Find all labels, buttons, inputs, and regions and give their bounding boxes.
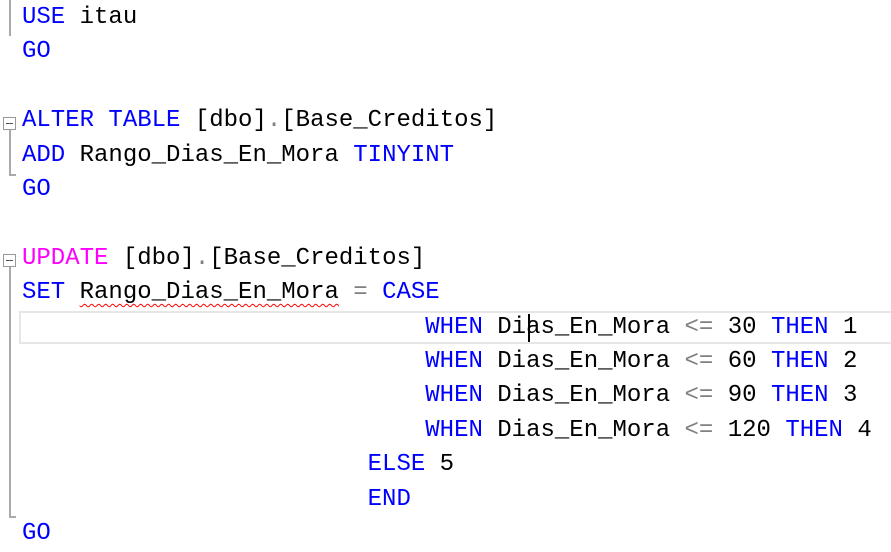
keyword-token: THEN xyxy=(770,313,829,341)
keyword-token: UPDATE xyxy=(22,244,109,272)
code-line[interactable]: WHEN Dias_En_Mora <= 120 THEN 4 xyxy=(22,414,872,448)
keyword-token: END xyxy=(367,485,411,513)
keyword-token: GO xyxy=(22,38,51,66)
code-line[interactable]: WHEN Dias_En_Mora <= 60 THEN 2 xyxy=(22,345,857,379)
code-line[interactable]: UPDATE [dbo].[Base_Creditos] xyxy=(22,242,425,276)
keyword-token: THEN xyxy=(770,382,829,410)
operator-token: <= xyxy=(684,348,714,375)
collapse-update-icon[interactable] xyxy=(3,254,16,267)
code-line[interactable]: ALTER TABLE [dbo].[Base_Creditos] xyxy=(22,104,497,138)
text-token: 2 xyxy=(828,348,858,375)
keyword-token: ELSE xyxy=(367,451,426,479)
text-token: 3 xyxy=(828,382,858,410)
text-token: Rango_Dias_En_Mora xyxy=(65,141,354,169)
keyword-token: THEN xyxy=(770,348,829,375)
code-line[interactable]: USE itau xyxy=(22,1,137,35)
outline-guide xyxy=(9,0,11,36)
text-token: [Base_Creditos] xyxy=(281,107,498,135)
text-token: [dbo] xyxy=(180,107,267,135)
text-token: Dias_En_Mora xyxy=(482,382,685,410)
code-line[interactable]: WHEN Dias_En_Mora <= 30 THEN 1 xyxy=(22,311,857,345)
sql-code-editor[interactable]: USE itau GO ALTER TABLE [dbo].[Base_Credit… xyxy=(0,0,891,552)
collapse-alter-icon[interactable] xyxy=(3,117,16,130)
code-line[interactable]: ADD Rango_Dias_En_Mora TINYINT xyxy=(22,139,454,173)
text-token: 90 xyxy=(713,382,771,410)
outline-guide xyxy=(9,267,11,517)
text-token: [dbo] xyxy=(108,244,195,272)
text-cursor xyxy=(528,314,530,342)
keyword-token: GO xyxy=(22,176,51,203)
keyword-token: SET xyxy=(22,279,66,307)
keyword-token: USE xyxy=(22,4,66,31)
operator-token: . xyxy=(266,107,282,135)
text-token: Rango_Dias_En_Mora xyxy=(79,279,339,307)
operator-token: <= xyxy=(684,313,714,341)
operator-token: <= xyxy=(684,382,714,410)
keyword-token: WHEN xyxy=(425,348,483,375)
code-line[interactable]: GO xyxy=(22,517,51,551)
text-token: 30 xyxy=(713,313,771,341)
text-token: 1 xyxy=(828,313,858,341)
code-line[interactable]: WHEN Dias_En_Mora <= 90 THEN 3 xyxy=(22,379,857,413)
code-line[interactable]: END xyxy=(22,483,411,517)
code-line[interactable]: GO xyxy=(22,173,51,207)
operator-token: <= xyxy=(684,416,714,444)
text-token: Dias_En_Mora xyxy=(482,313,685,341)
keyword-token: CASE xyxy=(382,279,440,307)
keyword-token: GO xyxy=(22,520,51,547)
text-token: 60 xyxy=(713,348,771,375)
code-line[interactable]: GO xyxy=(22,35,51,69)
outline-guide-end xyxy=(9,174,16,176)
text-token: 5 xyxy=(425,451,455,479)
operator-token: = xyxy=(353,279,368,307)
keyword-token: ALTER TABLE xyxy=(22,107,181,135)
operator-token: . xyxy=(194,244,210,272)
text-token: itau xyxy=(65,4,138,31)
keyword-token: WHEN xyxy=(425,416,483,444)
code-line[interactable]: SET Rango_Dias_En_Mora = CASE xyxy=(22,276,440,310)
keyword-token: WHEN xyxy=(425,382,483,410)
code-line[interactable]: ELSE 5 xyxy=(22,448,454,482)
keyword-token: WHEN xyxy=(425,313,483,341)
text-token: Dias_En_Mora xyxy=(482,348,685,375)
keyword-token: THEN xyxy=(785,416,843,444)
text-token: 120 xyxy=(713,416,786,444)
text-token: Dias_En_Mora xyxy=(482,416,685,444)
keyword-token: TINYINT xyxy=(353,141,455,169)
keyword-token: ADD xyxy=(22,141,66,169)
text-token: [Base_Creditos] xyxy=(209,244,426,272)
outline-guide xyxy=(9,130,11,175)
text-token: 4 xyxy=(842,416,872,444)
outline-guide-end xyxy=(9,516,16,518)
